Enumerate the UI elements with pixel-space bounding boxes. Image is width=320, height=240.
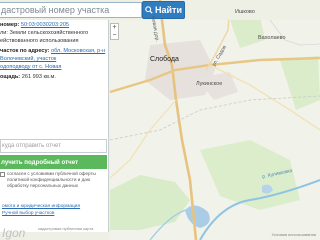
category-row: ли: Земли сельскохозяйственного (0, 30, 88, 37)
get-report-button[interactable]: лучить подробный отчет (0, 155, 107, 169)
consent-text: согласен с условиями публичной оферты по… (7, 171, 96, 188)
address-row: часток по адресу: обл. Московская, р-н (0, 48, 105, 55)
cadastral-number-label: номер: (0, 22, 20, 28)
cadastral-number-link[interactable]: 50:03:0030203:205 (21, 22, 69, 28)
map-label-city: Слобода (150, 56, 179, 63)
address-line-3[interactable]: одоподводу от с. Новая (0, 64, 61, 70)
parcel-info-panel: номер: 50:03:0030203:205 ли: Земли сельс… (0, 20, 109, 232)
address-row-3: одоподводу от с. Новая (0, 64, 61, 71)
map-label-vakholaevo: Вахолаево (258, 35, 286, 41)
map-label-lukinskoe: Лукинское (196, 81, 223, 87)
address-line-2[interactable]: Волочевский, участок (0, 56, 56, 62)
cadastral-number-row: номер: 50:03:0030203:205 (0, 22, 69, 29)
footer-terms-link[interactable]: Условия использования (272, 232, 316, 237)
area-row: ощадь: 261 993 кв.м. (0, 74, 56, 81)
top-search-bar: Найти (0, 0, 320, 20)
purpose-text: ействованного использования (0, 38, 79, 44)
zoom-in-button[interactable]: + (111, 24, 118, 32)
address-line-1[interactable]: обл. Московская, р-н (51, 48, 105, 54)
zoom-control: + − (110, 23, 119, 40)
legal-info-link[interactable]: омота и юридическая информация (2, 203, 80, 210)
search-button-label: Найти (155, 5, 182, 15)
map-label-ishkovo: Ишково (235, 9, 255, 15)
address-label: часток по адресу: (0, 48, 50, 54)
footer-credit: кадастровая публичная карта (38, 226, 94, 231)
manual-parcel-select-link[interactable]: Ручной выбор участков (2, 210, 54, 217)
address-row-2: Волочевский, участок (0, 56, 56, 63)
search-button[interactable]: Найти (142, 1, 185, 19)
category-value: Земли сельскохозяйственного (9, 30, 89, 36)
area-label: ощадь: (0, 74, 21, 80)
area-value: 261 993 кв.м. (21, 74, 56, 80)
category-label: ли: (0, 30, 8, 36)
report-email-input[interactable] (0, 139, 107, 153)
cadastral-search-input[interactable] (0, 2, 142, 18)
zoom-out-button[interactable]: − (111, 32, 118, 40)
site-logo: Igon (2, 226, 26, 240)
purpose-row: ействованного использования (0, 38, 79, 45)
consent-checkbox[interactable] (0, 172, 5, 177)
search-icon (145, 6, 153, 14)
